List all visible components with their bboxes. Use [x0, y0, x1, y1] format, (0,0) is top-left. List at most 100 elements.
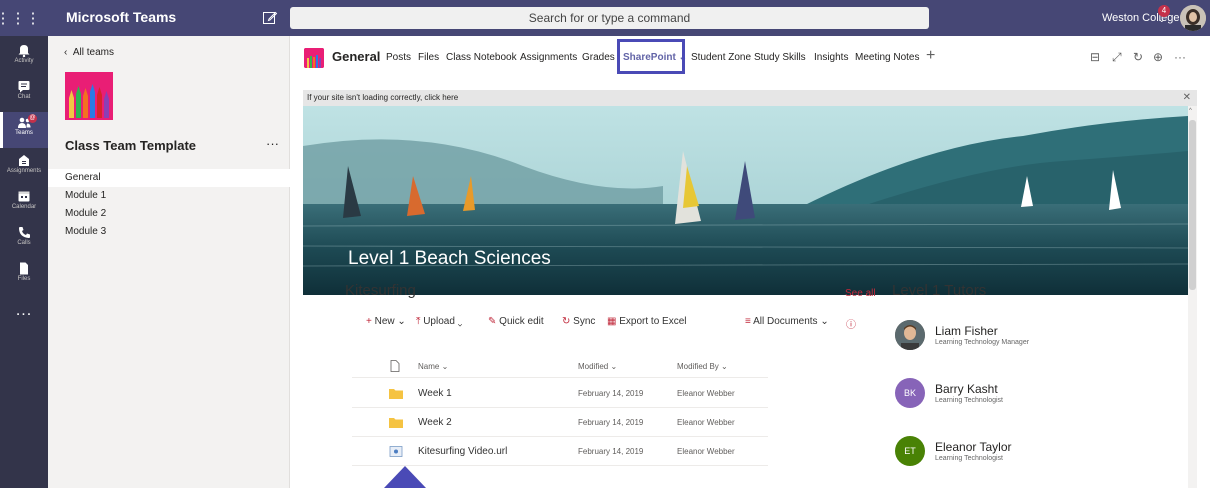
all-teams-link[interactable]: ‹ All teams	[64, 47, 114, 58]
upload-icon: ⤒	[416, 316, 421, 327]
tab-files[interactable]: Files	[418, 52, 439, 63]
export-excel-button[interactable]: ▦ Export to Excel	[607, 316, 687, 327]
person-card[interactable]: BK Barry Kasht Learning Technologist	[895, 378, 1135, 414]
avatar[interactable]	[1180, 5, 1206, 31]
app-title: Microsoft Teams	[66, 9, 177, 25]
avatar: ET	[895, 436, 925, 466]
table-row[interactable]: Week 1 February 14, 2019 Eleanor Webber	[352, 379, 768, 408]
rail-item-files[interactable]: Files	[0, 258, 48, 294]
modified-date: February 14, 2019	[578, 389, 644, 398]
more-options-icon[interactable]: ···	[1174, 50, 1186, 64]
rail-item-calendar[interactable]: Calendar	[0, 186, 48, 222]
team-name: Class Team Template	[65, 138, 197, 153]
library-header-row: Name ⌄ Modified ⌄ Modified By ⌄	[352, 356, 768, 378]
rail-item-activity[interactable]: Activity	[0, 40, 48, 76]
person-name: Liam Fisher	[935, 324, 998, 338]
app-launcher-icon[interactable]: ⋮⋮⋮	[0, 0, 41, 36]
modified-date: February 14, 2019	[578, 447, 644, 456]
file-name[interactable]: Kitesurfing Video.url	[418, 446, 507, 457]
tab-grades[interactable]: Grades	[582, 52, 615, 63]
library-title: Kitesurfing	[345, 282, 416, 299]
file-name[interactable]: Week 2	[418, 417, 452, 428]
channel-module-2[interactable]: Module 2	[48, 205, 290, 223]
file-name[interactable]: Week 1	[418, 388, 452, 399]
person-name: Barry Kasht	[935, 382, 998, 396]
pencil-icon: ✎	[488, 316, 497, 327]
tab-student-zone[interactable]: Student Zone	[691, 52, 751, 63]
app-rail: Activity Chat @ Teams Assignments Calend…	[0, 36, 48, 488]
add-tab-button[interactable]: +	[926, 47, 935, 65]
file-type-icon	[390, 360, 400, 372]
more-apps-icon[interactable]: ...	[0, 302, 48, 320]
see-all-link[interactable]: See all	[845, 288, 876, 299]
site-title: Level 1 Beach Sciences	[348, 248, 551, 269]
compose-icon[interactable]	[262, 10, 278, 26]
person-name: Eleanor Taylor	[935, 440, 1012, 454]
sync-icon: ↻	[562, 316, 571, 327]
search-input[interactable]: Search for or type a command	[290, 7, 929, 29]
rail-item-calls[interactable]: Calls	[0, 222, 48, 258]
tab-insights[interactable]: Insights	[814, 52, 848, 63]
modified-by: Eleanor Webber	[677, 389, 735, 398]
channel-module-3[interactable]: Module 3	[48, 223, 290, 241]
chat-icon	[18, 81, 30, 93]
assignments-icon	[19, 155, 29, 166]
person-card[interactable]: Liam Fisher Learning Technology Manager	[895, 320, 1135, 356]
refresh-icon[interactable]: ↻	[1133, 50, 1143, 64]
folder-icon	[389, 389, 403, 399]
scroll-up-icon[interactable]: ^	[1189, 108, 1192, 114]
tab-study-skills[interactable]: Study Skills	[754, 52, 806, 63]
site-loading-notice[interactable]: If your site isn't loading correctly, cl…	[303, 90, 1197, 106]
upload-button[interactable]: ⤒ Upload ⌄	[416, 316, 462, 327]
close-icon[interactable]: ✕	[1183, 90, 1191, 106]
avatar: BK	[895, 378, 925, 408]
folder-icon	[389, 418, 403, 428]
view-selector[interactable]: ≡ All Documents ⌄	[745, 316, 829, 327]
sync-button[interactable]: ↻ Sync	[562, 316, 595, 327]
column-modified-by[interactable]: Modified By ⌄	[677, 362, 728, 371]
person-role: Learning Technologist	[935, 455, 1003, 462]
mention-badge: @	[28, 114, 37, 123]
table-row[interactable]: Kitesurfing Video.url February 14, 2019 …	[352, 437, 768, 466]
expand-icon[interactable]: ⤢	[1112, 50, 1122, 65]
conversation-icon[interactable]: ⊟	[1090, 50, 1100, 64]
scroll-thumb[interactable]	[1189, 120, 1196, 290]
calendar-icon	[18, 191, 30, 202]
tutors-title: Level 1 Tutors	[892, 282, 987, 299]
person-card[interactable]: ET Eleanor Taylor Learning Technologist	[895, 436, 1135, 472]
tab-assignments[interactable]: Assignments	[520, 52, 577, 63]
quick-edit-button[interactable]: ✎ Quick edit	[488, 316, 544, 327]
rail-item-assignments[interactable]: Assignments	[0, 150, 48, 186]
excel-icon: ▦	[607, 316, 617, 327]
team-image	[65, 72, 113, 120]
page-scrollbar[interactable]: ^	[1188, 106, 1197, 488]
rail-item-teams[interactable]: @ Teams	[0, 112, 48, 148]
chevron-left-icon: ‹	[64, 47, 73, 58]
team-thumbnail	[304, 48, 324, 68]
info-icon[interactable]: ⓘ	[846, 316, 856, 331]
tab-highlight	[617, 39, 685, 74]
rail-item-chat[interactable]: Chat	[0, 76, 48, 112]
tab-posts[interactable]: Posts	[386, 52, 411, 63]
file-icon	[20, 262, 28, 275]
new-button[interactable]: + New ⌄	[366, 316, 406, 327]
column-name[interactable]: Name ⌄	[418, 362, 448, 371]
list-icon: ≡	[745, 316, 751, 327]
highlight-pointer	[384, 466, 426, 488]
person-role: Learning Technologist	[935, 397, 1003, 404]
channel-general[interactable]: General	[48, 169, 290, 187]
channel-module-1[interactable]: Module 1	[48, 187, 290, 205]
avatar	[895, 320, 925, 350]
tab-meeting-notes[interactable]: Meeting Notes	[855, 52, 919, 63]
column-modified[interactable]: Modified ⌄	[578, 362, 617, 371]
globe-icon[interactable]: ⊕	[1153, 50, 1163, 64]
bell-icon	[18, 45, 30, 57]
table-row[interactable]: Week 2 February 14, 2019 Eleanor Webber	[352, 408, 768, 437]
chevron-down-icon[interactable]: ⌄	[1158, 14, 1166, 25]
modified-date: February 14, 2019	[578, 418, 644, 427]
link-file-icon	[389, 446, 403, 457]
tab-class-notebook[interactable]: Class Notebook	[446, 52, 517, 63]
team-more-options-icon[interactable]: ···	[266, 136, 279, 151]
top-bar: ⋮⋮⋮ Microsoft Teams Search for or type a…	[0, 0, 1210, 36]
modified-by: Eleanor Webber	[677, 418, 735, 427]
